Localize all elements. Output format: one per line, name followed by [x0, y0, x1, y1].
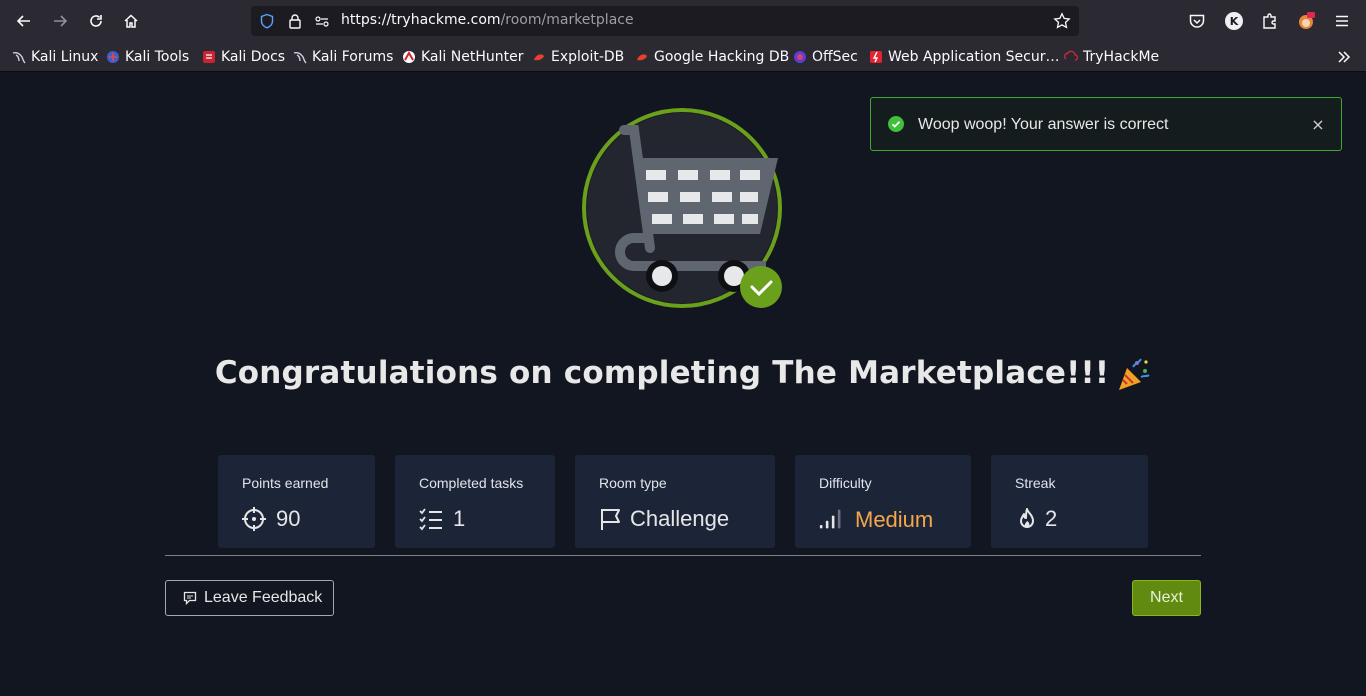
kali-tools-icon — [107, 51, 119, 63]
stat-label: Points earned — [242, 475, 329, 491]
title-text: Congratulations on completing The Market… — [214, 355, 1110, 391]
bookmark-offsec[interactable]: OffSec — [793, 48, 858, 66]
ghdb-icon — [637, 54, 647, 61]
party-popper-icon — [1119, 357, 1150, 390]
stat-card-completed-tasks: Completed tasks 1 — [395, 455, 555, 548]
stat-value: 1 — [453, 506, 466, 531]
browser-toolbar: https://tryhackme.com/room/marketplace K — [0, 0, 1366, 42]
flame-icon — [1020, 508, 1034, 528]
double-chevron-icon — [1338, 51, 1351, 63]
bookmark-label: Kali Docs — [221, 49, 286, 65]
avatar: K — [1225, 12, 1243, 30]
reload-icon — [90, 15, 102, 27]
nethunter-icon — [403, 50, 415, 63]
permissions-icon[interactable] — [313, 12, 331, 30]
bookmark-label: OffSec — [812, 49, 858, 65]
stat-label: Completed tasks — [419, 475, 524, 491]
feedback-label: Leave Feedback — [204, 589, 323, 606]
bookmark-label: Exploit-DB — [551, 49, 625, 65]
extension-fox-icon — [1299, 12, 1315, 29]
stat-card-streak: Streak 2 — [991, 455, 1148, 548]
url-host: https://tryhackme.com — [341, 12, 501, 28]
stat-label: Room type — [599, 475, 667, 491]
bookmark-label: Web Application Secur… — [888, 49, 1060, 65]
bookmark-web-application-security[interactable]: Web Application Secur… — [869, 48, 1059, 66]
puzzle-icon — [1263, 13, 1276, 29]
completed-check-badge-icon — [740, 266, 782, 308]
bookmark-label: TryHackMe — [1083, 49, 1160, 65]
home-icon — [124, 14, 138, 28]
stat-card-points: Points earned 90 — [218, 455, 375, 548]
stat-label: Difficulty — [819, 475, 872, 491]
reload-button[interactable] — [84, 9, 108, 33]
tracking-shield-icon[interactable] — [258, 12, 276, 30]
stat-value: Medium — [855, 507, 934, 532]
account-button[interactable]: K — [1222, 9, 1246, 33]
task-list-icon — [419, 508, 442, 531]
bookmark-label: Kali Linux — [31, 49, 99, 65]
bookmark-exploit-db[interactable]: Exploit-DB — [532, 48, 624, 66]
bookmark-kali-nethunter[interactable]: Kali NetHunter — [402, 48, 523, 66]
url-path: /room/marketplace — [500, 12, 634, 28]
room-badge — [582, 108, 782, 308]
extensions-button[interactable] — [1258, 9, 1282, 33]
feedback-chat-icon — [183, 591, 197, 605]
bookmark-kali-linux[interactable]: Kali Linux — [12, 48, 98, 66]
bookmark-kali-docs[interactable]: Kali Docs — [202, 48, 285, 66]
stat-value: Challenge — [630, 506, 730, 531]
tryhackme-icon — [1064, 50, 1078, 61]
leave-feedback-button[interactable]: Leave Feedback — [165, 580, 334, 616]
lock-icon[interactable] — [286, 12, 304, 30]
stat-label: Streak — [1015, 475, 1056, 491]
success-check-icon — [888, 116, 904, 132]
crosshair-icon — [242, 507, 266, 531]
stat-value: 90 — [276, 506, 301, 531]
stat-card-room-type: Room type Challenge — [575, 455, 775, 548]
page-content: Woop woop! Your answer is correct × Cong… — [0, 72, 1366, 696]
webapp-icon — [870, 51, 882, 63]
next-button[interactable]: Next — [1132, 580, 1201, 616]
hamburger-menu-icon — [1336, 15, 1348, 27]
kali-dragon-icon — [293, 52, 307, 64]
completion-title: Congratulations on completing The Market… — [0, 355, 1366, 393]
flag-icon — [601, 509, 620, 530]
toast-close-button[interactable]: × — [1311, 117, 1325, 133]
bookmark-kali-forums[interactable]: Kali Forums — [293, 48, 393, 66]
menu-button[interactable] — [1330, 9, 1354, 33]
stat-card-difficulty: Difficulty Medium — [795, 455, 971, 548]
bookmark-google-hacking-db[interactable]: Google Hacking DB — [635, 48, 789, 66]
bookmarks-bar: Kali Linux Kali Tools Kali Docs Kali For… — [0, 42, 1366, 72]
kali-dragon-icon — [12, 52, 26, 64]
offsec-icon — [794, 51, 806, 63]
forward-button[interactable] — [48, 9, 72, 33]
toast-message: Woop woop! Your answer is correct — [918, 116, 1169, 133]
stat-value: 2 — [1045, 506, 1058, 531]
kali-docs-icon — [203, 51, 215, 63]
bookmark-label: Google Hacking DB — [654, 49, 790, 65]
signal-bars-icon — [819, 509, 841, 529]
exploit-db-icon — [534, 54, 544, 61]
bookmarks-overflow-button[interactable] — [1336, 48, 1352, 66]
divider — [165, 555, 1201, 556]
pocket-icon — [1189, 14, 1205, 28]
pocket-button[interactable] — [1185, 9, 1209, 33]
success-toast: Woop woop! Your answer is correct × — [870, 97, 1342, 151]
bookmark-kali-tools[interactable]: Kali Tools — [106, 48, 189, 66]
bookmark-label: Kali NetHunter — [421, 49, 524, 65]
url-text[interactable]: https://tryhackme.com/room/marketplace — [341, 12, 634, 28]
bookmark-star-icon[interactable] — [1053, 12, 1071, 30]
bookmark-label: Kali Tools — [125, 49, 190, 65]
forward-arrow-icon — [54, 15, 68, 27]
back-arrow-icon — [16, 15, 30, 27]
bookmark-label: Kali Forums — [312, 49, 394, 65]
back-button[interactable] — [12, 9, 36, 33]
extension-fox-button[interactable] — [1294, 9, 1318, 33]
url-bar[interactable]: https://tryhackme.com/room/marketplace — [251, 6, 1079, 36]
home-button[interactable] — [119, 9, 143, 33]
bookmark-tryhackme[interactable]: TryHackMe — [1064, 48, 1159, 66]
